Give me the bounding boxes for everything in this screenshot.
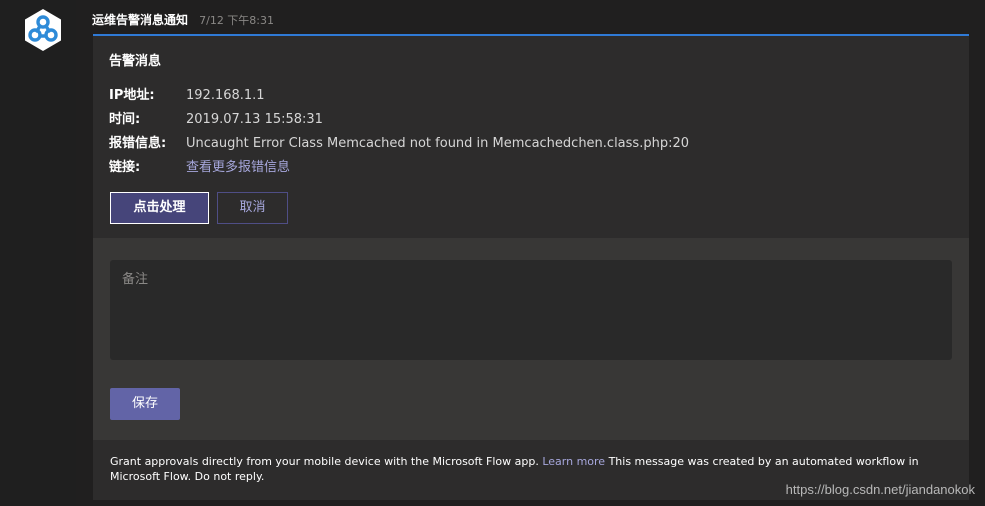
note-input[interactable]: 备注 xyxy=(110,260,952,360)
card-title: 告警消息 xyxy=(109,54,162,69)
fact-label: IP地址: xyxy=(109,88,155,103)
footer-text: Grant approvals directly from your mobil… xyxy=(110,455,539,468)
fact-value: Uncaught Error Class Memcached not found… xyxy=(186,136,689,151)
bot-avatar-icon[interactable] xyxy=(21,8,65,52)
fact-value: 192.168.1.1 xyxy=(186,88,265,103)
card-body: 告警消息 IP地址: 192.168.1.1 时间: 2019.07.13 15:5… xyxy=(93,36,969,238)
fact-ip: IP地址: 192.168.1.1 xyxy=(109,84,265,103)
fact-time: 时间: 2019.07.13 15:58:31 xyxy=(109,108,323,127)
learn-more-link[interactable]: Learn more xyxy=(542,455,605,468)
handle-button[interactable]: 点击处理 xyxy=(110,192,209,224)
message-timestamp: 7/12 下午8:31 xyxy=(199,14,275,27)
bot-avatar-graphic xyxy=(25,9,61,51)
adaptive-card: 告警消息 IP地址: 192.168.1.1 时间: 2019.07.13 15:5… xyxy=(93,34,969,500)
action-form: 备注 保存 xyxy=(93,238,969,440)
fact-value: 2019.07.13 15:58:31 xyxy=(186,112,323,127)
sender-name[interactable]: 运维告警消息通知 xyxy=(92,13,188,27)
watermark: https://blog.csdn.net/jiandanokok xyxy=(785,482,975,497)
more-errors-link[interactable]: 查看更多报错信息 xyxy=(186,160,290,175)
fact-link: 链接: 查看更多报错信息 xyxy=(109,156,290,175)
card-footer: Grant approvals directly from your mobil… xyxy=(110,454,952,484)
save-button[interactable]: 保存 xyxy=(110,388,180,420)
fact-label: 报错信息: xyxy=(109,136,167,151)
fact-error: 报错信息: Uncaught Error Class Memcached not … xyxy=(109,132,689,151)
fact-label: 时间: xyxy=(109,112,141,127)
message-header: 运维告警消息通知 7/12 下午8:31 xyxy=(92,9,274,27)
chat-thread: 运维告警消息通知 7/12 下午8:31 告警消息 IP地址: 192.168.1… xyxy=(76,0,985,506)
left-rail xyxy=(0,0,76,506)
fact-label: 链接: xyxy=(109,160,141,175)
cancel-button[interactable]: 取消 xyxy=(217,192,288,224)
